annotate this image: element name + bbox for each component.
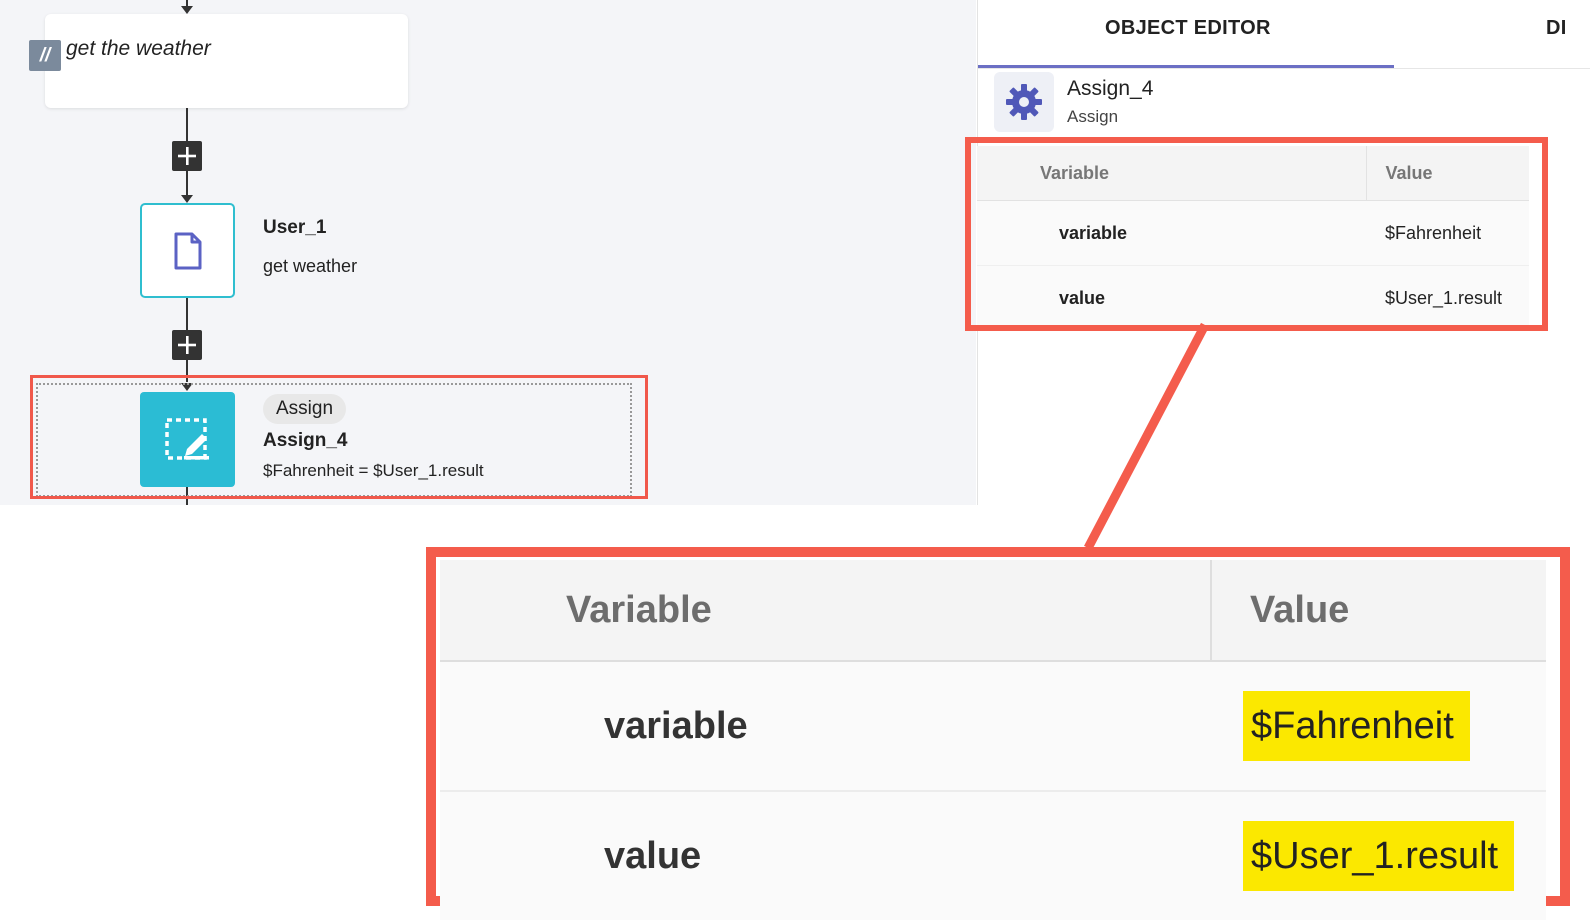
arrow-down-icon — [181, 6, 193, 14]
assign-node-icon-box[interactable] — [140, 392, 235, 487]
document-icon — [174, 232, 201, 269]
zoomed-properties-table: Variable Value variable $Fahrenheit valu… — [440, 560, 1546, 920]
add-step-button[interactable] — [172, 141, 202, 171]
plus-icon — [178, 147, 196, 165]
zoom-row-value-cell: $Fahrenheit — [1211, 661, 1546, 792]
assign-type-pill: Assign — [263, 394, 347, 424]
zoom-table-row: value $User_1.result — [440, 791, 1546, 920]
assign-edit-icon — [164, 417, 209, 460]
add-step-button[interactable] — [172, 330, 202, 360]
object-type: Assign — [1067, 107, 1119, 126]
comment-badge-text: // — [39, 44, 51, 66]
object-name: Assign_4 — [1067, 77, 1154, 100]
user-node-title: User_1 — [263, 217, 327, 238]
zoom-header-variable: Variable — [440, 560, 1211, 662]
user-node-icon-box[interactable] — [140, 203, 235, 298]
object-type-icon-box — [994, 72, 1054, 132]
callout-source-frame — [965, 137, 1548, 331]
zoom-highlighted-value: $User_1.result — [1243, 820, 1515, 891]
comment-text: get the weather — [66, 37, 211, 60]
gear-icon — [1006, 84, 1042, 120]
flow-canvas[interactable]: // get the weather User_1 get weather As… — [0, 0, 976, 505]
zoom-row-key: variable — [440, 661, 1211, 792]
zoom-table-row: variable $Fahrenheit — [440, 661, 1546, 792]
zoom-row-value-cell: $User_1.result — [1211, 791, 1546, 920]
zoom-highlighted-value: $Fahrenheit — [1243, 690, 1470, 761]
assign-node-title: Assign_4 — [263, 430, 348, 451]
tab-second[interactable]: DI — [1546, 17, 1567, 40]
zoom-header-value: Value — [1210, 560, 1546, 662]
comment-node[interactable] — [45, 14, 408, 108]
arrow-down-icon — [181, 195, 193, 203]
assign-node-expression: $Fahrenheit = $User_1.result — [263, 461, 484, 480]
zoom-header-row: Variable Value — [440, 560, 1546, 662]
tab-object-editor[interactable]: OBJECT EDITOR — [1105, 17, 1271, 40]
comment-icon: // — [29, 40, 61, 71]
user-node-subtitle: get weather — [263, 256, 358, 276]
tab-divider — [978, 68, 1590, 69]
zoom-row-key: value — [440, 791, 1211, 920]
plus-icon — [178, 336, 196, 354]
